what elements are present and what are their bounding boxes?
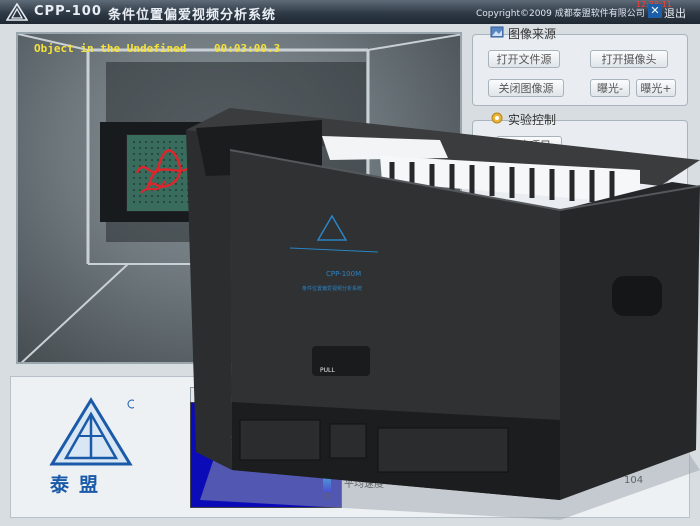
exposure-minus-button[interactable]: 曝光- (590, 79, 630, 97)
gear-icon (491, 112, 503, 124)
stat-dwell-label: 滞留时 (344, 428, 374, 439)
open-file-button[interactable]: 打开文件源 (488, 50, 560, 68)
stat-entries-value: 2 (384, 458, 391, 469)
arena-floor (126, 134, 198, 212)
open-camera-button[interactable]: 打开摄像头 (590, 50, 668, 68)
device-pull-label: PULL (320, 367, 335, 374)
company-logo-icon (49, 397, 134, 466)
heatmap-colorbar (323, 410, 331, 492)
colorbar-min: 0 (325, 492, 331, 501)
app-logo-icon (6, 3, 28, 21)
tab-track-data[interactable]: 轨迹图及活动数据 (190, 387, 284, 403)
image-icon (490, 26, 504, 38)
stat-speed-label: 平均速度 (344, 479, 384, 490)
stat-entries-label: 进入次数 (344, 462, 384, 473)
enclosure-frame (18, 34, 460, 362)
stat-right-value: 104 (624, 475, 644, 486)
image-source-header: 图像来源 (508, 27, 557, 41)
app-code: CPP-100 (34, 4, 102, 19)
close-source-button[interactable]: 关闭图像源 (488, 79, 564, 97)
trajectory-heatmap (190, 402, 342, 508)
stat-distance-label: 运动路程 (344, 445, 384, 456)
exit-button[interactable]: 退出 (664, 5, 686, 21)
title-bar: CPP-100 条件位置偏爱视频分析系统 Copyright©2009 成都泰盟… (0, 0, 700, 24)
overlay-label: Object in the Undefined (34, 42, 187, 55)
video-view: Object in the Undefined 00:03:00.3 (16, 32, 462, 364)
stat-speed-value: 3.81132 (384, 475, 426, 486)
window-title: 条件位置偏爱视频分析系统 (108, 8, 277, 23)
close-icon[interactable]: ✕ (648, 4, 662, 18)
colorbar-max: MAX (324, 398, 345, 407)
heatmap-trails (224, 436, 302, 458)
stat-distance-value: 23 (384, 441, 397, 452)
overlay-timer: 00:03:00.3 (214, 42, 281, 55)
stat-entries-value-2: 25 (418, 458, 431, 469)
experiment-header: 实验控制 (508, 113, 557, 127)
experiment-panel (472, 120, 688, 372)
new-project-button[interactable]: 新建项目 (496, 136, 562, 154)
trajectory-trace (135, 149, 188, 194)
company-name: 泰盟 (50, 474, 109, 496)
copyright-text: Copyright©2009 成都泰盟软件有限公司 (476, 9, 645, 19)
exposure-plus-button[interactable]: 曝光+ (636, 79, 676, 97)
open-project-button[interactable] (592, 166, 668, 184)
